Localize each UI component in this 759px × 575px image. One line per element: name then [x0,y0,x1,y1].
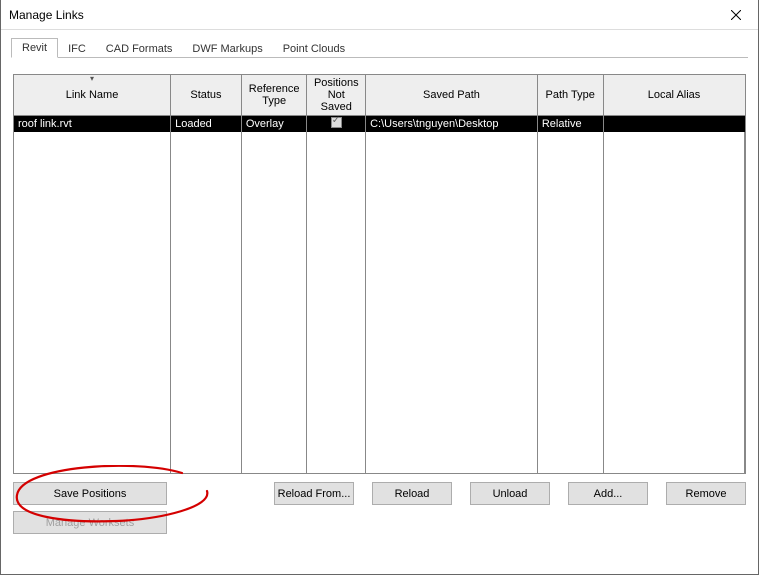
column-path-type[interactable]: Path Type [537,75,603,116]
reload-from-button[interactable]: Reload From... [274,482,354,505]
tab-point-clouds[interactable]: Point Clouds [273,40,355,58]
titlebar: Manage Links [1,0,758,30]
reload-button[interactable]: Reload [372,482,452,505]
save-positions-button[interactable]: Save Positions [13,482,167,505]
content-area: ▾ Link Name Status Reference Type Positi… [1,58,758,542]
tab-ifc[interactable]: IFC [58,40,96,58]
column-positions-not-saved[interactable]: Positions Not Saved [307,75,366,116]
cell-link-name: roof link.rvt [14,116,171,133]
close-button[interactable] [714,0,758,30]
button-row-secondary: Manage Worksets [13,505,746,534]
button-row-primary: Save Positions Reload From... Reload Unl… [13,474,746,505]
grid-empty-area [14,132,745,474]
tab-cad-formats[interactable]: CAD Formats [96,40,183,58]
column-header-row: ▾ Link Name Status Reference Type Positi… [14,75,745,116]
remove-button[interactable]: Remove [666,482,746,505]
table-row[interactable]: roof link.rvt Loaded Overlay C:\Users\tn… [14,116,745,133]
cell-reference-type: Overlay [241,116,307,133]
cell-positions-not-saved [307,116,366,133]
cell-path-type: Relative [537,116,603,133]
cell-status: Loaded [171,116,242,133]
unload-button[interactable]: Unload [470,482,550,505]
sort-indicator-icon: ▾ [90,74,94,83]
column-saved-path[interactable]: Saved Path [366,75,538,116]
window-title: Manage Links [9,8,84,22]
column-reference-type[interactable]: Reference Type [241,75,307,116]
checkbox-icon [331,117,342,128]
tab-revit[interactable]: Revit [11,38,58,58]
column-status[interactable]: Status [171,75,242,116]
cell-local-alias [603,116,745,133]
tab-dwf-markups[interactable]: DWF Markups [182,40,272,58]
close-icon [731,10,741,20]
tab-bar: Revit IFC CAD Formats DWF Markups Point … [1,30,758,58]
cell-saved-path: C:\Users\tnguyen\Desktop [366,116,538,133]
links-grid[interactable]: ▾ Link Name Status Reference Type Positi… [13,74,746,474]
add-button[interactable]: Add... [568,482,648,505]
manage-worksets-button: Manage Worksets [13,511,167,534]
column-link-name[interactable]: ▾ Link Name [14,75,171,116]
column-local-alias[interactable]: Local Alias [603,75,745,116]
